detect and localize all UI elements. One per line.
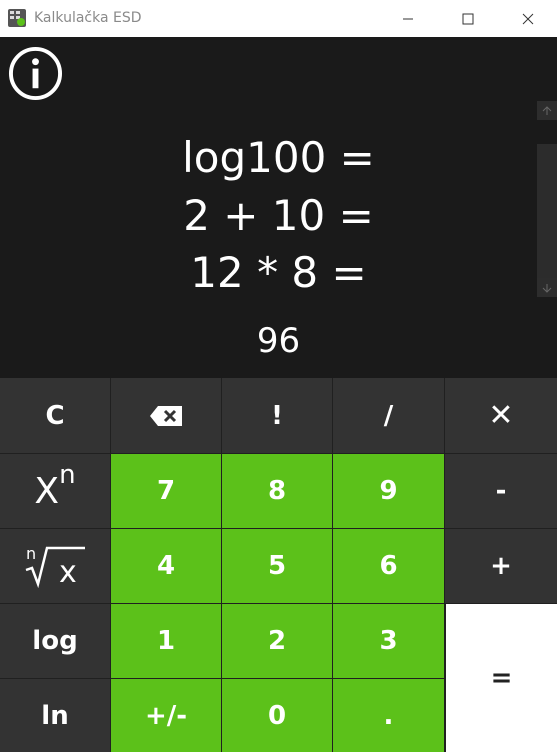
result-value: 96 xyxy=(256,321,301,361)
digit-4-button[interactable]: 4 xyxy=(111,529,221,603)
info-icon[interactable] xyxy=(8,46,63,101)
negate-label: +/- xyxy=(144,700,188,731)
multiply-label: ✕ xyxy=(488,398,514,433)
root-index-label: n xyxy=(26,544,36,563)
power-button[interactable]: Xn xyxy=(0,454,110,528)
digit-label: 8 xyxy=(267,476,287,506)
backspace-button[interactable] xyxy=(111,378,221,453)
digit-label: 5 xyxy=(267,551,287,581)
minus-label: - xyxy=(495,476,507,506)
history-line: 2 + 10 = xyxy=(183,191,374,240)
history-line: log100 = xyxy=(182,133,375,182)
digit-8-button[interactable]: 8 xyxy=(222,454,332,528)
maximize-button[interactable] xyxy=(445,0,491,37)
digit-label: 9 xyxy=(379,476,398,506)
digit-7-button[interactable]: 7 xyxy=(111,454,221,528)
log-label: log xyxy=(32,626,78,656)
digit-label: 1 xyxy=(156,626,176,656)
negate-button[interactable]: +/- xyxy=(111,679,221,752)
equals-button[interactable]: = xyxy=(446,604,557,752)
log-button[interactable]: log xyxy=(0,604,110,678)
maximize-icon xyxy=(462,13,474,24)
root-button[interactable]: n x xyxy=(0,529,110,603)
plus-label: + xyxy=(490,551,512,581)
digit-1-button[interactable]: 1 xyxy=(111,604,221,678)
minus-button[interactable]: - xyxy=(445,454,557,528)
title-bar: Kalkulačka ESD xyxy=(0,0,557,37)
equals-label: = xyxy=(490,663,513,693)
power-base-label: X xyxy=(34,470,60,512)
arrow-down-icon xyxy=(542,283,552,293)
root-radicand-label: x xyxy=(59,555,77,588)
clear-label: C xyxy=(45,400,65,431)
digit-label: 3 xyxy=(379,626,398,656)
digit-label: 7 xyxy=(156,476,176,506)
history-line: 12 * 8 = xyxy=(190,248,367,297)
history-scrollbar[interactable] xyxy=(537,101,557,297)
window-title: Kalkulačka ESD xyxy=(34,10,142,26)
close-icon xyxy=(522,13,534,24)
digit-3-button[interactable]: 3 xyxy=(333,604,444,678)
arrow-up-icon xyxy=(542,105,552,115)
digit-label: 6 xyxy=(379,551,398,581)
close-button[interactable] xyxy=(505,0,551,37)
digit-5-button[interactable]: 5 xyxy=(222,529,332,603)
power-exponent-label: n xyxy=(59,460,76,490)
backspace-icon xyxy=(150,405,182,426)
ln-button[interactable]: ln xyxy=(0,679,110,752)
clear-button[interactable]: C xyxy=(0,378,110,453)
plus-button[interactable]: + xyxy=(445,529,557,603)
display-area: log100 = 2 + 10 = 12 * 8 = 96 xyxy=(0,37,557,378)
minimize-button[interactable] xyxy=(385,0,431,37)
nth-root-icon: n x xyxy=(25,544,85,588)
calculator-icon xyxy=(8,9,26,27)
divide-button[interactable]: / xyxy=(333,378,444,453)
digit-label: 4 xyxy=(156,551,176,581)
decimal-button[interactable]: . xyxy=(333,679,444,752)
factorial-label: ! xyxy=(271,400,283,431)
scroll-down-button[interactable] xyxy=(537,278,557,297)
scroll-thumb[interactable] xyxy=(537,144,557,278)
ln-label: ln xyxy=(41,700,69,731)
divide-label: / xyxy=(383,400,394,431)
digit-0-button[interactable]: 0 xyxy=(222,679,332,752)
digit-9-button[interactable]: 9 xyxy=(333,454,444,528)
digit-label: 2 xyxy=(267,626,287,656)
digit-label: 0 xyxy=(267,700,287,731)
multiply-button[interactable]: ✕ xyxy=(445,378,557,453)
scroll-up-button[interactable] xyxy=(537,101,557,120)
minimize-icon xyxy=(403,18,413,19)
decimal-label: . xyxy=(383,700,394,731)
digit-6-button[interactable]: 6 xyxy=(333,529,444,603)
digit-2-button[interactable]: 2 xyxy=(222,604,332,678)
keypad: C ! / ✕ Xn 7 8 9 - n x 4 5 6 + log 1 2 3… xyxy=(0,378,557,752)
factorial-button[interactable]: ! xyxy=(222,378,332,453)
